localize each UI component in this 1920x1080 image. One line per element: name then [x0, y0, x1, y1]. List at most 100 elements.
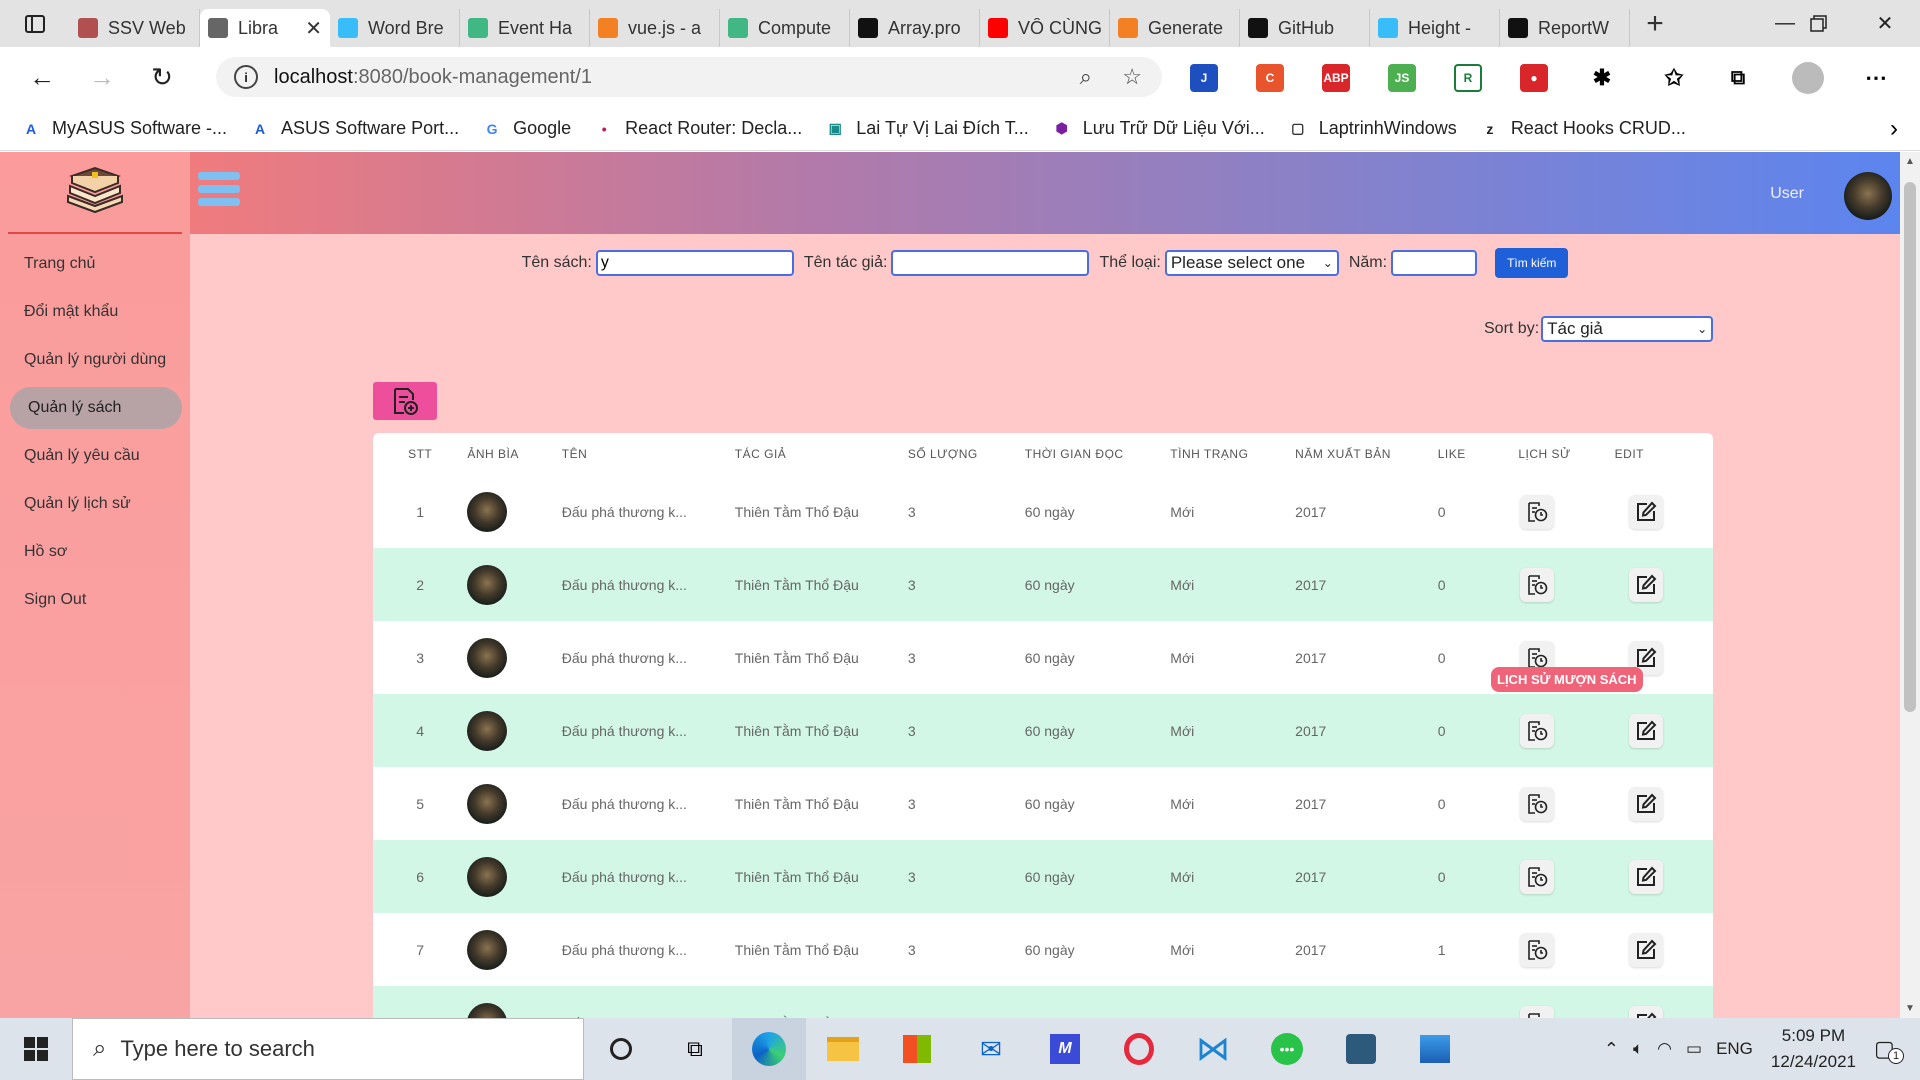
collections-icon[interactable]: ⧉ [1724, 64, 1752, 92]
year-input[interactable] [1391, 250, 1478, 276]
author-input[interactable] [891, 250, 1090, 276]
browser-tab[interactable]: ReportW [1500, 9, 1630, 47]
sidebar-item[interactable]: Sign Out [0, 576, 190, 624]
more-menu-icon[interactable]: ⋯ [1862, 64, 1890, 92]
history-button[interactable] [1520, 859, 1555, 894]
sidebar-item[interactable]: Đổi mật khẩu [0, 288, 190, 336]
extension-red-icon[interactable]: ● [1520, 64, 1548, 92]
sort-select[interactable]: Tác giả ⌄ [1541, 316, 1714, 342]
chevron-up-icon[interactable]: ⌃ [1604, 1039, 1619, 1060]
browser-tab[interactable]: VÔ CÙNG [980, 9, 1110, 47]
bookmark-item[interactable]: A MyASUS Software -... [20, 118, 227, 140]
page-scrollbar[interactable]: ▲ ▼ [1900, 152, 1920, 1018]
edit-button[interactable] [1628, 494, 1663, 529]
mail-icon[interactable]: ✉ [954, 1018, 1028, 1080]
sidebar-item[interactable]: Hồ sơ [0, 528, 190, 576]
browser-tab[interactable]: vue.js - a [590, 9, 720, 47]
browser-tab[interactable]: Word Bre [330, 9, 460, 47]
site-info-icon[interactable]: i [234, 65, 258, 89]
extension-j-icon[interactable]: J [1190, 64, 1218, 92]
edit-button[interactable] [1628, 713, 1663, 748]
hamburger-menu-icon[interactable] [198, 172, 240, 214]
cortana-icon[interactable] [584, 1018, 658, 1080]
chat-app-icon[interactable]: ••• [1250, 1018, 1324, 1080]
close-tab-icon[interactable]: ✕ [305, 16, 322, 41]
bookmark-item[interactable]: ▣ Lai Tự Vị Lai Đích T... [824, 118, 1029, 140]
extension-js-icon[interactable]: JS [1388, 64, 1416, 92]
battery-icon[interactable]: ▭ [1686, 1039, 1702, 1059]
taskbar-search[interactable]: ⌕ Type here to search [72, 1018, 584, 1080]
title-input[interactable] [595, 250, 794, 276]
edit-button[interactable] [1628, 859, 1663, 894]
profile-avatar[interactable] [1792, 62, 1824, 94]
sidebar-item[interactable]: Quản lý lịch sử [0, 480, 190, 528]
store-icon[interactable] [880, 1018, 954, 1080]
browser-tab[interactable]: Height - [1370, 9, 1500, 47]
adblock-icon[interactable]: ABP [1322, 64, 1350, 92]
photos-icon[interactable] [1398, 1018, 1472, 1080]
wifi-icon[interactable]: ◠ [1657, 1039, 1672, 1059]
bookmark-item[interactable]: A ASUS Software Port... [249, 118, 459, 140]
clock[interactable]: 5:09 PM 12/24/2021 [1771, 1023, 1856, 1075]
tab-actions-icon[interactable] [0, 0, 70, 47]
windows-start-icon[interactable] [0, 1018, 72, 1080]
sidebar-item[interactable]: Trang chủ [0, 240, 190, 288]
extensions-puzzle-icon[interactable]: ✱ [1588, 64, 1616, 92]
address-bar[interactable]: i localhost:8080/book-management/1 ⌕ ☆ [216, 57, 1162, 97]
sidebar-item[interactable]: Quản lý người dùng [0, 336, 190, 384]
bookmark-item[interactable]: ⬢ Lưu Trữ Dữ Liệu Với... [1051, 118, 1265, 140]
browser-tab[interactable]: Generate [1110, 9, 1240, 47]
url-path: :8080/book-management/1 [352, 65, 592, 88]
browser-tab[interactable]: Event Ha [460, 9, 590, 47]
volume-icon[interactable]: 🔈︎ [1633, 1039, 1643, 1059]
new-tab-button[interactable]: + [1630, 7, 1680, 41]
reload-icon[interactable]: ↻ [132, 47, 192, 107]
edge-icon[interactable] [732, 1018, 806, 1080]
edit-button[interactable] [1628, 567, 1663, 602]
browser-tab[interactable]: Compute [720, 9, 850, 47]
extension-c-icon[interactable]: C [1256, 64, 1284, 92]
sidebar-item[interactable]: Quản lý sách [10, 387, 182, 429]
history-button[interactable] [1520, 494, 1555, 529]
favorites-icon[interactable]: ✩ [1660, 64, 1688, 92]
opera-icon[interactable] [1102, 1018, 1176, 1080]
history-button[interactable] [1520, 713, 1555, 748]
notification-icon[interactable]: ▢ 1 [1874, 1036, 1920, 1064]
language-indicator[interactable]: ENG [1716, 1039, 1753, 1059]
zoom-icon[interactable]: ⌕ [1080, 64, 1092, 90]
edit-button[interactable] [1628, 1005, 1663, 1018]
back-arrow-icon[interactable]: ← [12, 47, 72, 107]
favorite-add-icon[interactable]: ☆ [1122, 64, 1142, 90]
books-logo-icon[interactable] [8, 152, 182, 234]
history-button[interactable] [1520, 567, 1555, 602]
user-avatar[interactable] [1844, 172, 1892, 220]
forward-arrow-icon[interactable]: → [72, 47, 132, 107]
chevron-right-icon[interactable]: › [1890, 115, 1898, 143]
history-button[interactable] [1520, 786, 1555, 821]
bookmark-item[interactable]: G Google [481, 118, 572, 140]
vscode-icon[interactable]: ⋈ [1176, 1018, 1250, 1080]
edit-button[interactable] [1628, 786, 1663, 821]
restore-button[interactable] [1786, 0, 1852, 47]
sidebar-item[interactable]: Quản lý yêu cầu [0, 432, 190, 480]
bookmark-item[interactable]: z React Hooks CRUD... [1479, 118, 1686, 140]
browser-tab[interactable]: Libra ✕ [200, 9, 330, 47]
extension-r-icon[interactable]: R [1454, 64, 1482, 92]
history-button[interactable] [1520, 932, 1555, 967]
scrollbar-thumb[interactable] [1904, 182, 1916, 712]
browser-tab[interactable]: SSV Web [70, 9, 200, 47]
search-button[interactable]: Tìm kiếm [1495, 248, 1569, 278]
history-button[interactable] [1520, 1005, 1555, 1018]
file-explorer-icon[interactable] [806, 1018, 880, 1080]
vpn-app-icon[interactable]: M [1028, 1018, 1102, 1080]
mysql-workbench-icon[interactable] [1324, 1018, 1398, 1080]
browser-tab[interactable]: GitHub [1240, 9, 1370, 47]
bookmark-item[interactable]: ▢ LaptrinhWindows [1287, 118, 1457, 140]
add-book-button[interactable] [373, 382, 437, 420]
bookmark-item[interactable]: • React Router: Decla... [593, 118, 803, 140]
close-window-button[interactable]: ✕ [1852, 0, 1918, 47]
task-view-icon[interactable]: ⧉ [658, 1018, 732, 1080]
edit-button[interactable] [1628, 932, 1663, 967]
browser-tab[interactable]: Array.pro [850, 9, 980, 47]
genre-select[interactable]: Please select one ⌄ [1164, 250, 1339, 276]
